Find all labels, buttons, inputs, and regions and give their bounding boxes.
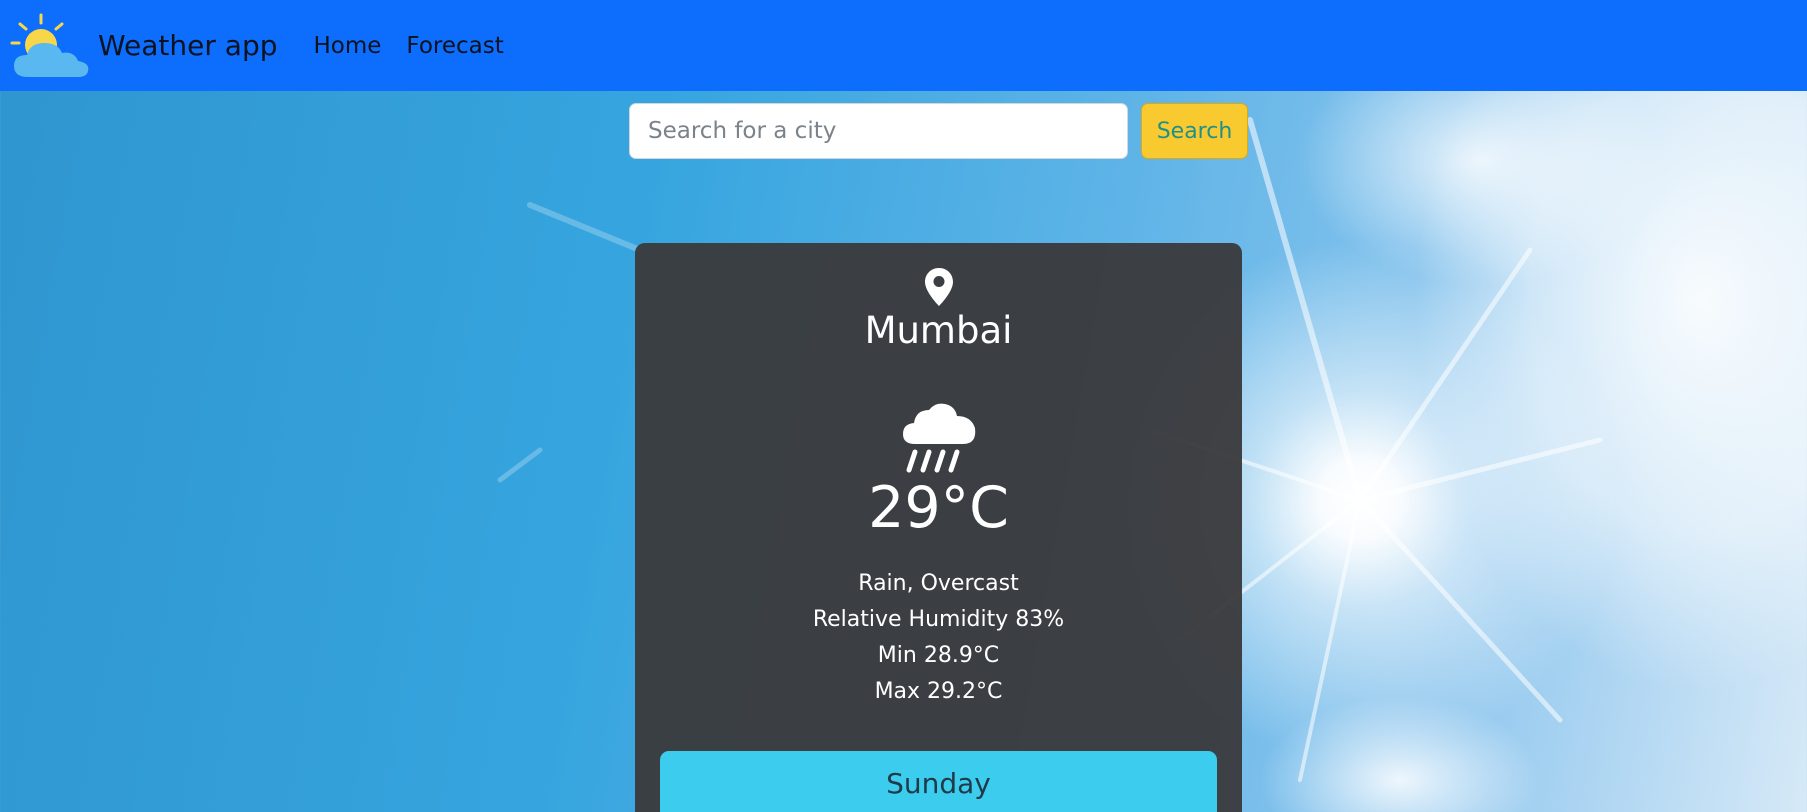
brand[interactable]: Weather app <box>8 11 278 81</box>
search-form: Search <box>629 103 1248 159</box>
nav-link-forecast[interactable]: Forecast <box>406 33 503 59</box>
sun-behind-cloud-icon <box>10 13 89 77</box>
day-tab-sunday[interactable]: Sunday <box>660 751 1217 812</box>
nav-link-home[interactable]: Home <box>314 33 382 59</box>
humidity-text: Relative Humidity 83% <box>812 606 1065 632</box>
condition-text: Rain, Overcast <box>858 570 1019 596</box>
navbar: Weather app Home Forecast <box>0 0 1807 91</box>
weather-details: Rain, Overcast Relative Humidity 83% Min… <box>813 566 1064 710</box>
city-search-input[interactable] <box>629 103 1128 159</box>
nav-links: Home Forecast <box>314 33 529 59</box>
cloud-rain-icon <box>902 403 975 473</box>
search-button[interactable]: Search <box>1141 103 1248 159</box>
city-name: Mumbai <box>864 309 1013 352</box>
temperature: 29°C <box>868 475 1009 541</box>
min-temp-text: Min 28.9°C <box>877 642 1000 668</box>
map-pin-icon <box>924 268 953 306</box>
brand-title: Weather app <box>98 29 278 62</box>
max-temp-text: Max 29.2°C <box>874 678 1003 704</box>
weather-card: Mumbai 29°C Rain, Overcast Relative Humi… <box>635 243 1242 812</box>
